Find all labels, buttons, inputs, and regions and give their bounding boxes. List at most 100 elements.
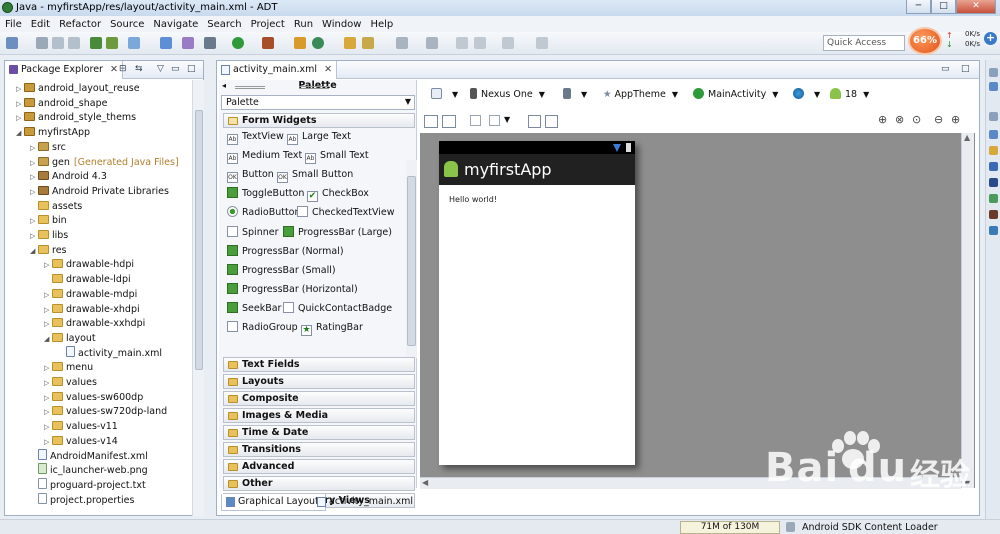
package-explorer-scrollbar[interactable]	[192, 80, 204, 516]
zoom-to-fit-icon[interactable]: ⊕	[878, 113, 887, 127]
device-selector[interactable]: Nexus One ▼	[470, 88, 545, 102]
tree-item[interactable]: ◢ myfirstApp	[16, 125, 90, 140]
package-explorer-tab[interactable]: Package Explorer ✕	[5, 61, 123, 79]
api-level-selector[interactable]: 18 ▼	[830, 88, 869, 102]
outline-icon[interactable]	[989, 82, 998, 91]
distribute-weights-icon[interactable]	[528, 115, 541, 128]
external-tools-icon[interactable]	[262, 37, 274, 49]
palette-widget-progressbar-small[interactable]: ProgressBar (Small)	[227, 263, 336, 278]
restore-icon-2[interactable]	[989, 112, 998, 121]
logcat-icon[interactable]	[989, 194, 998, 203]
minimize-editor-icon[interactable]: ▭	[941, 64, 950, 74]
palette-widget-progressbar-normal[interactable]: ProgressBar (Normal)	[227, 244, 344, 259]
palette-widget-small-button[interactable]: OK Small Button	[277, 168, 353, 184]
tree-item[interactable]: ▷ values-sw720dp-land	[44, 404, 167, 419]
tree-item[interactable]: ▷ drawable-mdpi	[44, 287, 137, 302]
tree-item[interactable]: ▷ gen [Generated Java Files]	[30, 155, 179, 170]
menu-help[interactable]: Help	[370, 19, 393, 30]
tree-item[interactable]: ▷ values	[44, 375, 97, 390]
back-icon[interactable]	[474, 37, 486, 49]
javadoc-icon[interactable]	[989, 146, 998, 155]
zoom-100-icon[interactable]: ⊙	[912, 113, 921, 127]
menu-edit[interactable]: Edit	[31, 19, 50, 30]
orientation-selector[interactable]: ▼	[563, 88, 587, 102]
palette-widget-radiogroup[interactable]: RadioGroup	[227, 321, 298, 335]
progress-icon[interactable]	[989, 210, 998, 219]
last-edit-icon[interactable]	[456, 37, 468, 49]
tree-twisty-icon[interactable]: ◢	[30, 244, 38, 259]
menu-source[interactable]: Source	[110, 19, 144, 30]
tree-item[interactable]: ▷ values-v14	[44, 434, 118, 449]
problems-icon[interactable]	[989, 130, 998, 139]
palette-widget-seekbar[interactable]: SeekBar	[227, 301, 281, 316]
tasks-icon[interactable]	[989, 226, 998, 235]
margins-icon[interactable]	[470, 115, 481, 126]
quick-access-input[interactable]: Quick Access	[823, 35, 905, 51]
new-xml-icon[interactable]	[182, 37, 194, 49]
layout-file-config[interactable]: ▼	[431, 88, 458, 102]
tree-item[interactable]: ▷ values-v11	[44, 419, 118, 434]
tab-xml-source[interactable]: activity_main.xml	[313, 494, 419, 511]
palette-widget-togglebutton[interactable]: ToggleButton	[227, 187, 304, 201]
search-icon[interactable]	[362, 37, 374, 49]
palette-category[interactable]: Images & Media	[223, 408, 415, 423]
console-icon[interactable]	[989, 178, 998, 187]
palette-category[interactable]: Composite	[223, 391, 415, 406]
toggle-fill-height-icon[interactable]	[442, 115, 456, 128]
package-explorer-close-icon[interactable]: ✕	[110, 64, 118, 75]
palette-scrollbar[interactable]	[406, 160, 417, 358]
menu-navigate[interactable]: Navigate	[153, 19, 198, 30]
palette-widget-ratingbar[interactable]: ★ RatingBar	[301, 321, 363, 336]
locale-selector[interactable]: ▼	[793, 88, 820, 102]
tree-item[interactable]: ▷ android_style_thems	[16, 110, 136, 125]
gravity-icon[interactable]	[489, 115, 500, 126]
maximize-editor-icon[interactable]: □	[961, 64, 970, 74]
performance-badge[interactable]: 66%	[908, 27, 942, 55]
menu-refactor[interactable]: Refactor	[59, 19, 101, 30]
forward-icon[interactable]	[502, 37, 514, 49]
palette-collapse-icon[interactable]: ◂	[222, 80, 226, 92]
tree-item[interactable]: assets	[30, 199, 82, 214]
android-avd-manager-icon[interactable]	[106, 37, 118, 49]
link-with-editor-icon[interactable]: ⇆	[135, 64, 143, 74]
palette-widget-spinner[interactable]: Spinner	[227, 225, 279, 240]
tree-item[interactable]: ic_launcher-web.png	[30, 463, 148, 478]
pin-editor-icon[interactable]	[536, 37, 548, 49]
tree-item[interactable]: ◢ res	[30, 243, 67, 258]
device-preview[interactable]: myfirstApp Hello world!	[439, 141, 635, 465]
palette-widget-large-text[interactable]: Ab Large Text	[287, 130, 351, 145]
zoom-out-icon[interactable]: ⊖	[934, 113, 943, 127]
tree-item[interactable]: ▷ src	[30, 140, 66, 155]
tree-item[interactable]: ▷ drawable-xxhdpi	[44, 316, 145, 331]
tree-twisty-icon[interactable]: ◢	[44, 332, 52, 347]
activity-selector[interactable]: MainActivity ▼	[693, 88, 778, 102]
new-java-class-icon[interactable]	[312, 37, 324, 49]
toggle-fill-width-icon[interactable]	[424, 115, 438, 128]
editor-tab-activity-main[interactable]: activity_main.xml ✕	[217, 61, 338, 79]
tree-item[interactable]: ▷ Android 4.3	[30, 169, 107, 184]
toggle-mark-icon[interactable]	[396, 37, 408, 49]
tree-item[interactable]: ▷ android_layout_reuse	[16, 81, 140, 96]
clear-weights-icon[interactable]	[545, 115, 558, 128]
palette-widget-medium-text[interactable]: Ab Medium Text	[227, 149, 302, 165]
menu-window[interactable]: Window	[322, 19, 361, 30]
declaration-icon[interactable]	[989, 162, 998, 171]
tree-item[interactable]: ▷ libs	[30, 228, 68, 243]
tree-item[interactable]: ▷ Android Private Libraries	[30, 184, 169, 199]
close-button[interactable]: ✕	[956, 0, 996, 14]
new-icon[interactable]	[6, 37, 18, 49]
tree-twisty-icon[interactable]: ◢	[16, 126, 24, 141]
scroll-up-icon[interactable]: ▲	[964, 133, 970, 142]
collapse-all-icon[interactable]: ⊟	[119, 64, 127, 74]
print-icon[interactable]	[68, 37, 80, 49]
tree-item[interactable]: ▷ bin	[30, 213, 67, 228]
plus-icon[interactable]: +	[984, 32, 997, 45]
tree-item[interactable]: activity_main.xml	[58, 345, 162, 361]
tree-item[interactable]: ▷ drawable-xhdpi	[44, 302, 140, 317]
palette-widget-small-text[interactable]: Ab Small Text	[305, 149, 369, 165]
editor-tab-close-icon[interactable]: ✕	[324, 64, 332, 75]
palette-category-form-widgets[interactable]: Form Widgets	[223, 113, 415, 128]
menu-project[interactable]: Project	[251, 19, 285, 30]
palette-widget-checkedtextview[interactable]: CheckedTextView	[297, 206, 395, 220]
new-android-project-icon[interactable]	[160, 37, 172, 49]
